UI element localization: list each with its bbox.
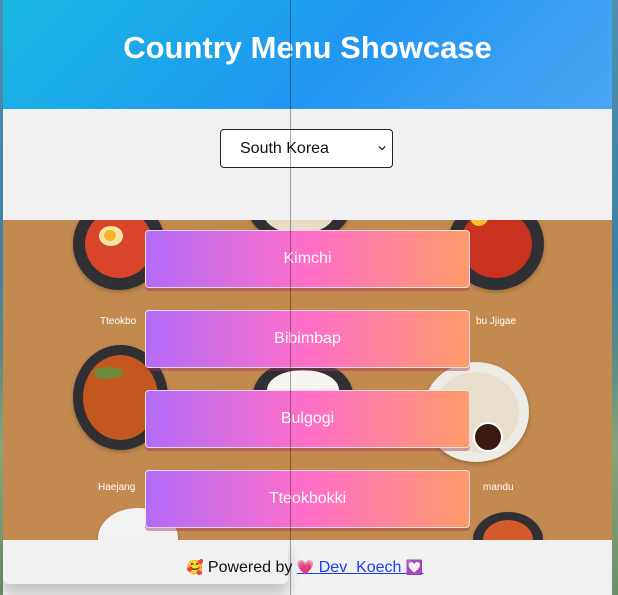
- header: Country Menu Showcase: [3, 0, 612, 109]
- food-background-image: Tteokbo bu Jjigae Haejang mandu Kimchi B…: [3, 220, 612, 540]
- app-window: Country Menu Showcase South Korea Tteokb…: [3, 0, 612, 595]
- page-title: Country Menu Showcase: [123, 30, 492, 65]
- chevron-down-icon: [378, 145, 386, 151]
- footer: 🥰 Powered by 💗 Dev Koech 💟: [3, 540, 612, 595]
- author-link[interactable]: 💗 Dev Koech 💟: [297, 559, 424, 576]
- dish-bowl: [473, 512, 543, 540]
- menu-item-tteokbokki[interactable]: Tteokbokki: [145, 470, 470, 528]
- dish-label: Tteokbo: [100, 316, 137, 327]
- country-select[interactable]: South Korea: [220, 129, 393, 168]
- controls-section: South Korea: [3, 109, 612, 220]
- heart-icon: 💗: [296, 559, 315, 575]
- heart-decoration-icon: 💟: [405, 559, 424, 575]
- menu-item-bibimbap[interactable]: Bibimbap: [145, 310, 470, 368]
- country-select-value: South Korea: [240, 140, 329, 157]
- divider-line: [290, 0, 291, 595]
- author-link-text: Dev Koech: [318, 559, 402, 576]
- menu-item-bulgogi[interactable]: Bulgogi: [145, 390, 470, 448]
- menu-item-kimchi[interactable]: Kimchi: [145, 230, 470, 288]
- dish-label: bu Jjigae: [476, 316, 517, 327]
- dish-label: Haejang: [98, 482, 136, 493]
- footer-credit: 🥰 Powered by 💗 Dev Koech 💟: [186, 559, 423, 577]
- powered-by-label: Powered by: [207, 559, 293, 576]
- dish-label: mandu: [483, 482, 514, 493]
- smiling-face-with-hearts-icon: 🥰: [186, 559, 204, 575]
